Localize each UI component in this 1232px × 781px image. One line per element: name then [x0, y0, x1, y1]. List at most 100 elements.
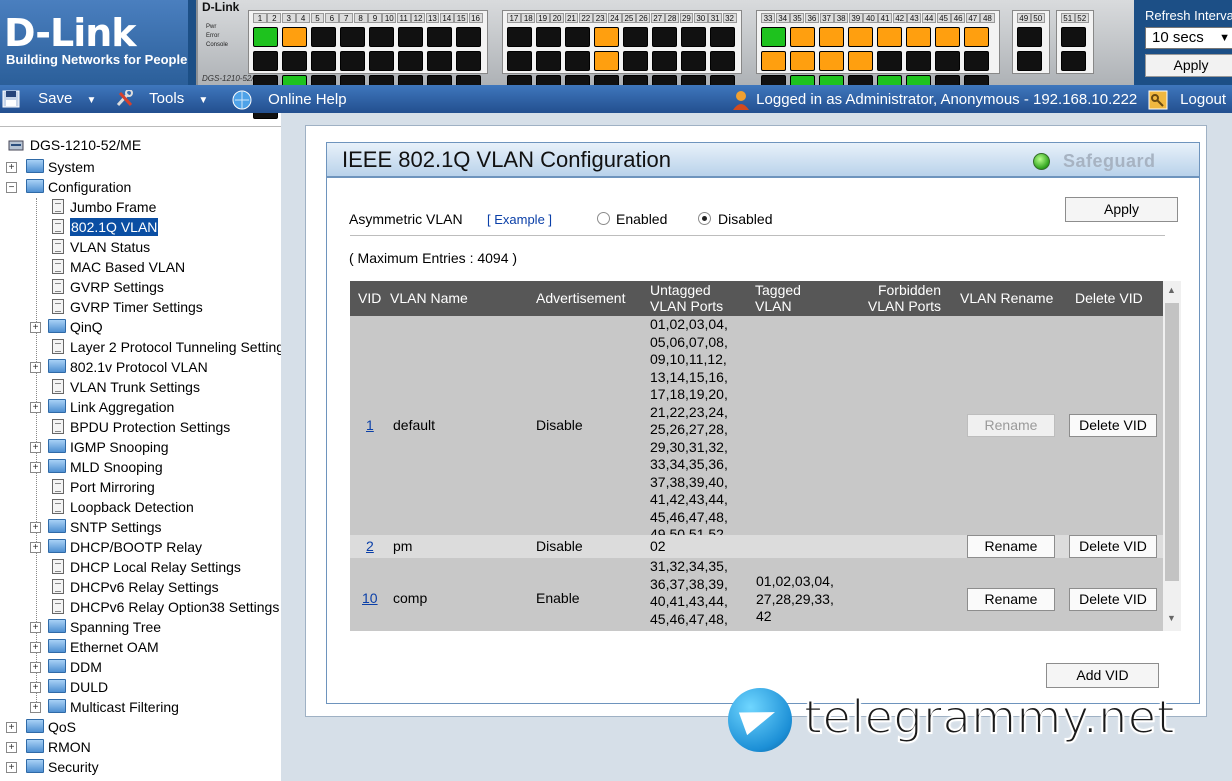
port-led[interactable]	[652, 51, 677, 71]
port-led[interactable]	[565, 27, 590, 47]
port-led[interactable]	[623, 51, 648, 71]
rename-button[interactable]: Rename	[967, 535, 1055, 558]
port-group: 33 34 35 36 37 38 39 40 41 42 43 44 45 46 47 48	[756, 10, 1000, 119]
port-led[interactable]	[848, 27, 873, 47]
port-led[interactable]	[282, 51, 307, 71]
port-led[interactable]	[848, 51, 873, 71]
scroll-down-icon[interactable]: ▼	[1167, 613, 1176, 623]
port-led[interactable]	[536, 27, 561, 47]
port-led[interactable]	[398, 51, 423, 71]
scroll-up-icon[interactable]: ▲	[1167, 285, 1176, 295]
port-led[interactable]	[594, 51, 619, 71]
expand-icon[interactable]: +	[30, 702, 41, 713]
port-led[interactable]	[369, 51, 394, 71]
expand-icon[interactable]: +	[30, 682, 41, 693]
expand-icon[interactable]: +	[30, 522, 41, 533]
port-led[interactable]	[340, 51, 365, 71]
port-led[interactable]	[536, 51, 561, 71]
collapse-icon[interactable]: −	[6, 182, 17, 193]
port-led[interactable]	[340, 27, 365, 47]
expand-icon[interactable]: +	[6, 742, 17, 753]
port-led[interactable]	[761, 51, 786, 71]
tree-item-label: QinQ	[70, 319, 103, 335]
port-led[interactable]	[681, 51, 706, 71]
online-help-menu[interactable]: Online Help	[232, 90, 347, 110]
port-led[interactable]	[253, 51, 278, 71]
delete-vid-button[interactable]: Delete VID	[1069, 588, 1157, 611]
port-led[interactable]	[652, 27, 677, 47]
folder-icon	[26, 159, 44, 173]
refresh-select[interactable]: 10 secs ▼	[1145, 27, 1232, 49]
port-led[interactable]	[594, 27, 619, 47]
expand-icon[interactable]: +	[6, 162, 17, 173]
watermark: telegrammy.net	[728, 688, 1228, 752]
port-led[interactable]	[456, 27, 481, 47]
port-led[interactable]	[681, 27, 706, 47]
port-led[interactable]	[877, 27, 902, 47]
expand-icon[interactable]: +	[30, 662, 41, 673]
port-led[interactable]	[906, 51, 931, 71]
tools-menu[interactable]: Tools ▼	[115, 90, 208, 108]
port-led[interactable]	[253, 27, 278, 47]
port-led[interactable]	[819, 51, 844, 71]
delete-vid-button[interactable]: Delete VID	[1069, 414, 1157, 437]
refresh-apply-button[interactable]: Apply	[1145, 54, 1232, 77]
apply-button[interactable]: Apply	[1065, 197, 1178, 222]
port-led[interactable]	[877, 51, 902, 71]
port-led[interactable]	[311, 27, 336, 47]
port-led[interactable]	[427, 27, 452, 47]
tree-root[interactable]: DGS-1210-52/ME	[8, 137, 141, 153]
logout-button[interactable]: Logout	[1148, 90, 1226, 110]
save-menu[interactable]: Save ▼	[2, 90, 96, 108]
expand-icon[interactable]: +	[30, 462, 41, 473]
rename-button[interactable]: Rename	[967, 414, 1055, 437]
expand-icon[interactable]: +	[30, 642, 41, 653]
port-number: 16	[468, 13, 483, 23]
port-led[interactable]	[935, 27, 960, 47]
asym-enabled-radio[interactable]	[597, 212, 610, 225]
port-led[interactable]	[311, 51, 336, 71]
expand-icon[interactable]: +	[6, 722, 17, 733]
port-led[interactable]	[964, 27, 989, 47]
delete-vid-button[interactable]: Delete VID	[1069, 535, 1157, 558]
add-vid-button[interactable]: Add VID	[1046, 663, 1159, 688]
port-led[interactable]	[507, 51, 532, 71]
port-led[interactable]	[761, 27, 786, 47]
table-scrollbar[interactable]: ▲ ▼	[1163, 281, 1181, 631]
port-led[interactable]	[456, 51, 481, 71]
expand-icon[interactable]: +	[30, 362, 41, 373]
port-led[interactable]	[427, 51, 452, 71]
expand-icon[interactable]: +	[30, 442, 41, 453]
expand-icon[interactable]: +	[30, 542, 41, 553]
vid-link-1[interactable]: 1	[366, 417, 374, 433]
expand-icon[interactable]: +	[30, 322, 41, 333]
asym-disabled-radio[interactable]	[698, 212, 711, 225]
scrollbar-thumb[interactable]	[1165, 303, 1179, 581]
port-led[interactable]	[964, 51, 989, 71]
port-led[interactable]	[790, 51, 815, 71]
port-led[interactable]	[565, 51, 590, 71]
port-led[interactable]	[790, 27, 815, 47]
tree-item-label: Spanning Tree	[70, 619, 162, 635]
port-led[interactable]	[819, 27, 844, 47]
vid-link-2[interactable]: 2	[366, 538, 374, 554]
expand-icon[interactable]: +	[30, 622, 41, 633]
port-led[interactable]	[282, 27, 307, 47]
port-led[interactable]	[710, 51, 735, 71]
port-led[interactable]	[1017, 51, 1042, 71]
expand-icon[interactable]: +	[6, 762, 17, 773]
port-led[interactable]	[398, 27, 423, 47]
port-led[interactable]	[507, 27, 532, 47]
vid-link-10[interactable]: 10	[362, 590, 378, 606]
port-led[interactable]	[1061, 51, 1086, 71]
port-led[interactable]	[623, 27, 648, 47]
example-link[interactable]: [ Example ]	[487, 212, 552, 227]
port-led[interactable]	[369, 27, 394, 47]
port-led[interactable]	[906, 27, 931, 47]
rename-button[interactable]: Rename	[967, 588, 1055, 611]
port-led[interactable]	[710, 27, 735, 47]
port-led[interactable]	[935, 51, 960, 71]
port-led[interactable]	[1061, 27, 1086, 47]
expand-icon[interactable]: +	[30, 402, 41, 413]
port-led[interactable]	[1017, 27, 1042, 47]
